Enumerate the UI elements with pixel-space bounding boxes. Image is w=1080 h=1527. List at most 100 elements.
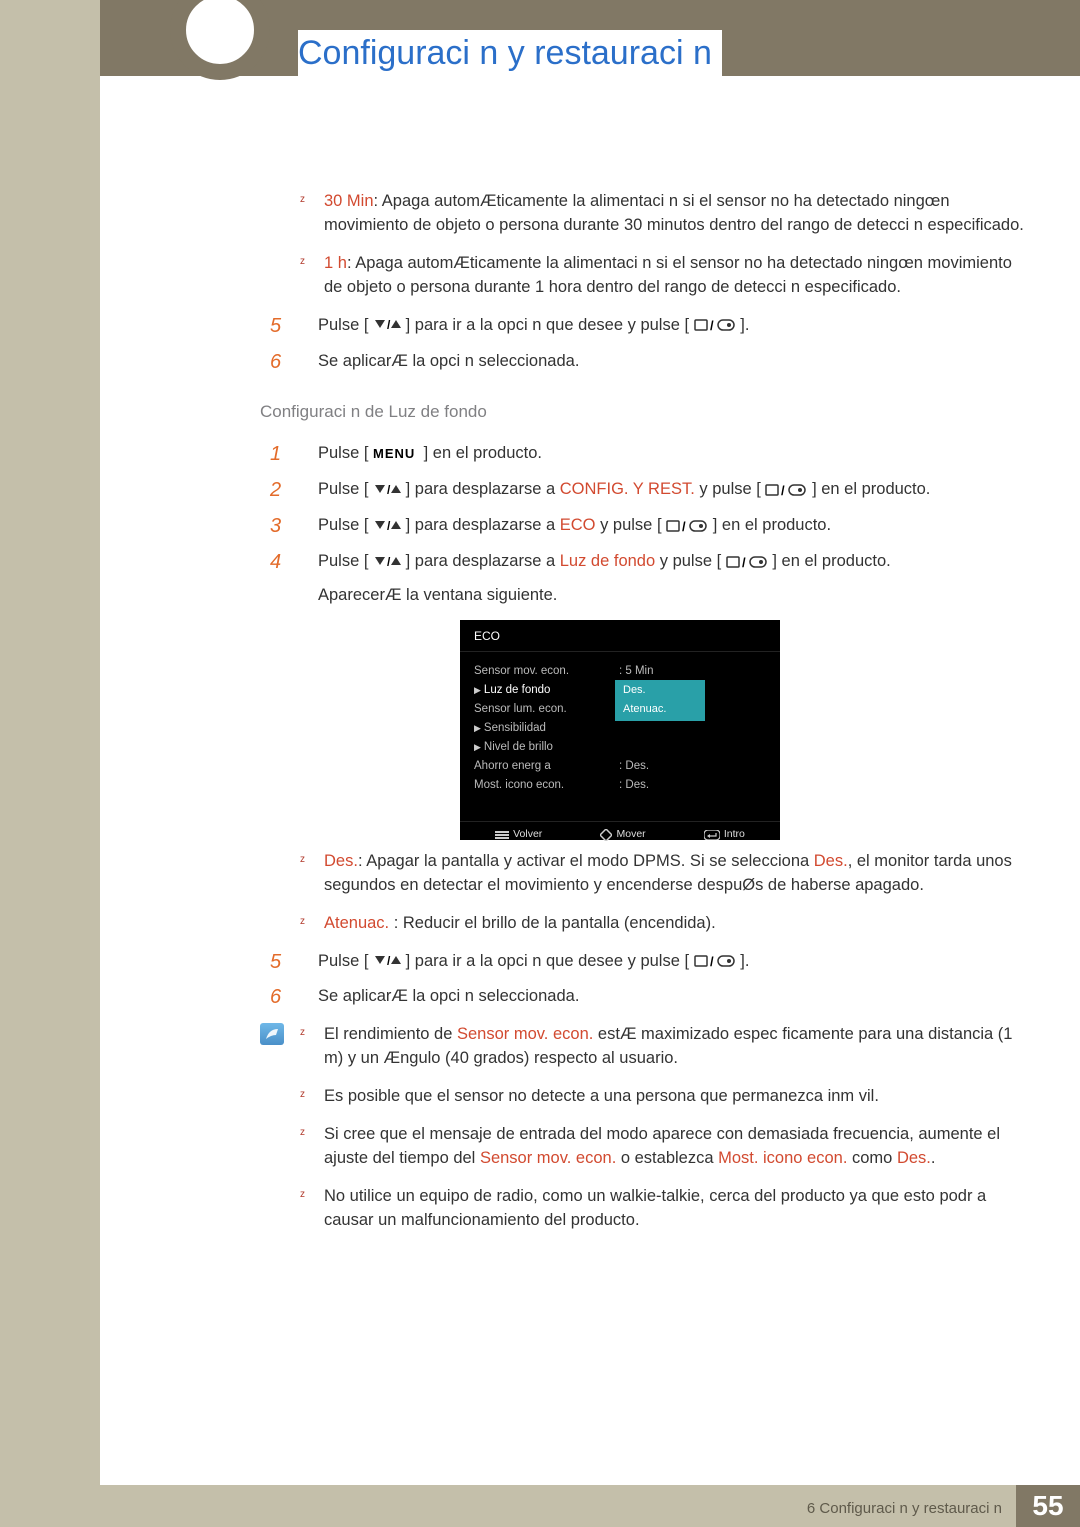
osd-title: ECO: [460, 620, 780, 652]
svg-text:/: /: [742, 555, 746, 570]
osd-row: Most. icono econ.: Des.: [474, 776, 766, 795]
step-5: 5 Pulse [ / ] para ir a la opci n que de…: [260, 314, 1030, 338]
label: Atenuac.: [324, 914, 389, 932]
osd-row: Sensor lum. econ.Atenuac.: [474, 700, 766, 719]
enter-source-icon: /: [765, 482, 807, 498]
svg-text:/: /: [387, 483, 391, 497]
osd-row-label: ▶Nivel de brillo: [474, 737, 619, 758]
osd-footer: Volver Mover Intro: [460, 822, 780, 847]
up-down-icon: /: [373, 318, 401, 332]
red-text: CONFIG. Y REST.: [560, 480, 695, 498]
text: .: [931, 1149, 936, 1167]
svg-text:/: /: [387, 954, 391, 968]
text: : Apagar la pantalla y activar el modo D…: [358, 852, 814, 870]
enter-icon: [704, 830, 720, 840]
bullet-mark: z: [300, 193, 305, 208]
step-number: 3: [270, 512, 281, 541]
osd-row-value: Atenuac.: [615, 699, 705, 721]
red-text: Des.: [814, 852, 848, 870]
label: Volver: [513, 827, 542, 842]
text: y pulse [: [596, 516, 662, 534]
footer-chapter: 6 Configuraci n y restauraci n: [807, 1500, 1002, 1517]
text: ] para ir a la opci n que desee y pulse …: [406, 952, 689, 970]
note-item: z No utilice un equipo de radio, como un …: [260, 1185, 1030, 1233]
osd-row-label: Most. icono econ.: [474, 775, 619, 796]
text: como: [847, 1149, 897, 1167]
svg-text:/: /: [387, 555, 391, 569]
osd-row-label: Sensor lum. econ.: [474, 699, 619, 720]
bullet-mark: z: [300, 1188, 305, 1203]
osd-row-value: : Des.: [619, 756, 649, 777]
text: Pulse [: [318, 444, 368, 462]
svg-text:/: /: [387, 519, 391, 533]
text: Es posible que el sensor no detecte a un…: [324, 1087, 879, 1105]
osd-row: ▶Nivel de brillo: [474, 738, 766, 757]
text: ] en el producto.: [812, 480, 930, 498]
bullet-mark: z: [300, 1088, 305, 1103]
label: 1 h: [324, 254, 347, 272]
step-number: 6: [270, 348, 281, 377]
bullet-mark: z: [300, 853, 305, 868]
text: : Apaga automÆticamente la alimentaci n …: [324, 192, 1024, 234]
svg-text:/: /: [781, 483, 785, 498]
osd-row-label: Sensor mov. econ.: [474, 661, 619, 682]
note-block: zEl rendimiento de Sensor mov. econ. est…: [260, 1023, 1030, 1232]
text: ].: [740, 316, 749, 334]
text: Pulse [: [318, 552, 368, 570]
page-title: Configuraci n y restauraci n: [298, 30, 722, 77]
step-number: 6: [270, 983, 281, 1012]
step-6: 6 Se aplicarÆ la opci n seleccionada.: [260, 350, 1030, 374]
text: ] en el producto.: [772, 552, 890, 570]
text: : Reducir el brillo de la pantalla (ence…: [389, 914, 716, 932]
menu-icon: MENU: [373, 447, 419, 461]
backlight-step-3: 3 Pulse [ / ] para desplazarse a ECO y p…: [260, 514, 1030, 538]
osd-row: Ahorro energ a: Des.: [474, 757, 766, 776]
red-text: ECO: [560, 516, 596, 534]
note-item: zEl rendimiento de Sensor mov. econ. est…: [260, 1023, 1030, 1071]
osd-enter: Intro: [704, 827, 745, 842]
osd-row-label: ▶Luz de fondo: [474, 680, 619, 701]
red-text: Sensor mov. econ.: [480, 1149, 616, 1167]
text: Pulse [: [318, 316, 368, 334]
bullet-mark: z: [300, 255, 305, 270]
red-text: Sensor mov. econ.: [457, 1025, 593, 1043]
section-heading: Configuraci n de Luz de fondo: [260, 400, 1030, 425]
text: ] en el producto.: [424, 444, 542, 462]
text: Pulse [: [318, 480, 368, 498]
osd-row: ▶Luz de fondoDes.: [474, 681, 766, 700]
text: o establezca: [616, 1149, 718, 1167]
bullet-atenuac: z Atenuac. : Reducir el brillo de la pan…: [260, 912, 1030, 936]
note-item: zSi cree que el mensaje de entrada del m…: [260, 1123, 1030, 1171]
bullet-des: z Des.: Apagar la pantalla y activar el …: [260, 850, 1030, 898]
text: El rendimiento de: [324, 1025, 457, 1043]
text: Se aplicarÆ la opci n seleccionada.: [318, 987, 579, 1005]
osd-body: Sensor mov. econ.: 5 Min▶Luz de fondoDes…: [460, 652, 780, 822]
backlight-step-4: 4 Pulse [ / ] para desplazarse a Luz de …: [260, 550, 1030, 608]
bullet-30min: z 30 Min: Apaga automÆticamente la alime…: [260, 190, 1030, 238]
step-number: 2: [270, 476, 281, 505]
text: y pulse [: [655, 552, 721, 570]
osd-row: Sensor mov. econ.: 5 Min: [474, 662, 766, 681]
note-item: z Es posible que el sensor no detecte a u…: [260, 1085, 1030, 1109]
up-down-icon: /: [373, 483, 401, 497]
step-number: 5: [270, 948, 281, 977]
bullet-mark: z: [300, 915, 305, 930]
bullet-1h: z 1 h: Apaga automÆticamente la alimenta…: [260, 252, 1030, 300]
label: Intro: [724, 827, 745, 842]
svg-text:/: /: [682, 519, 686, 534]
enter-source-icon: /: [666, 518, 708, 534]
enter-source-icon: /: [726, 554, 768, 570]
text: No utilice un equipo de radio, como un w…: [324, 1187, 986, 1229]
text: AparecerÆ la ventana siguiente.: [318, 586, 557, 604]
osd-menu: ECO Sensor mov. econ.: 5 Min▶Luz de fond…: [460, 620, 780, 840]
text: ] para ir a la opci n que desee y pulse …: [406, 316, 689, 334]
svg-text:MENU: MENU: [373, 447, 415, 461]
label: Mover: [616, 827, 645, 842]
diamond-icon: [600, 829, 612, 841]
text: Se aplicarÆ la opci n seleccionada.: [318, 352, 579, 370]
text: ] para desplazarse a: [406, 552, 560, 570]
step-6b: 6 Se aplicarÆ la opci n seleccionada.: [260, 985, 1030, 1009]
bullet-mark: z: [300, 1026, 305, 1041]
step-number: 4: [270, 548, 281, 577]
up-down-icon: /: [373, 519, 401, 533]
